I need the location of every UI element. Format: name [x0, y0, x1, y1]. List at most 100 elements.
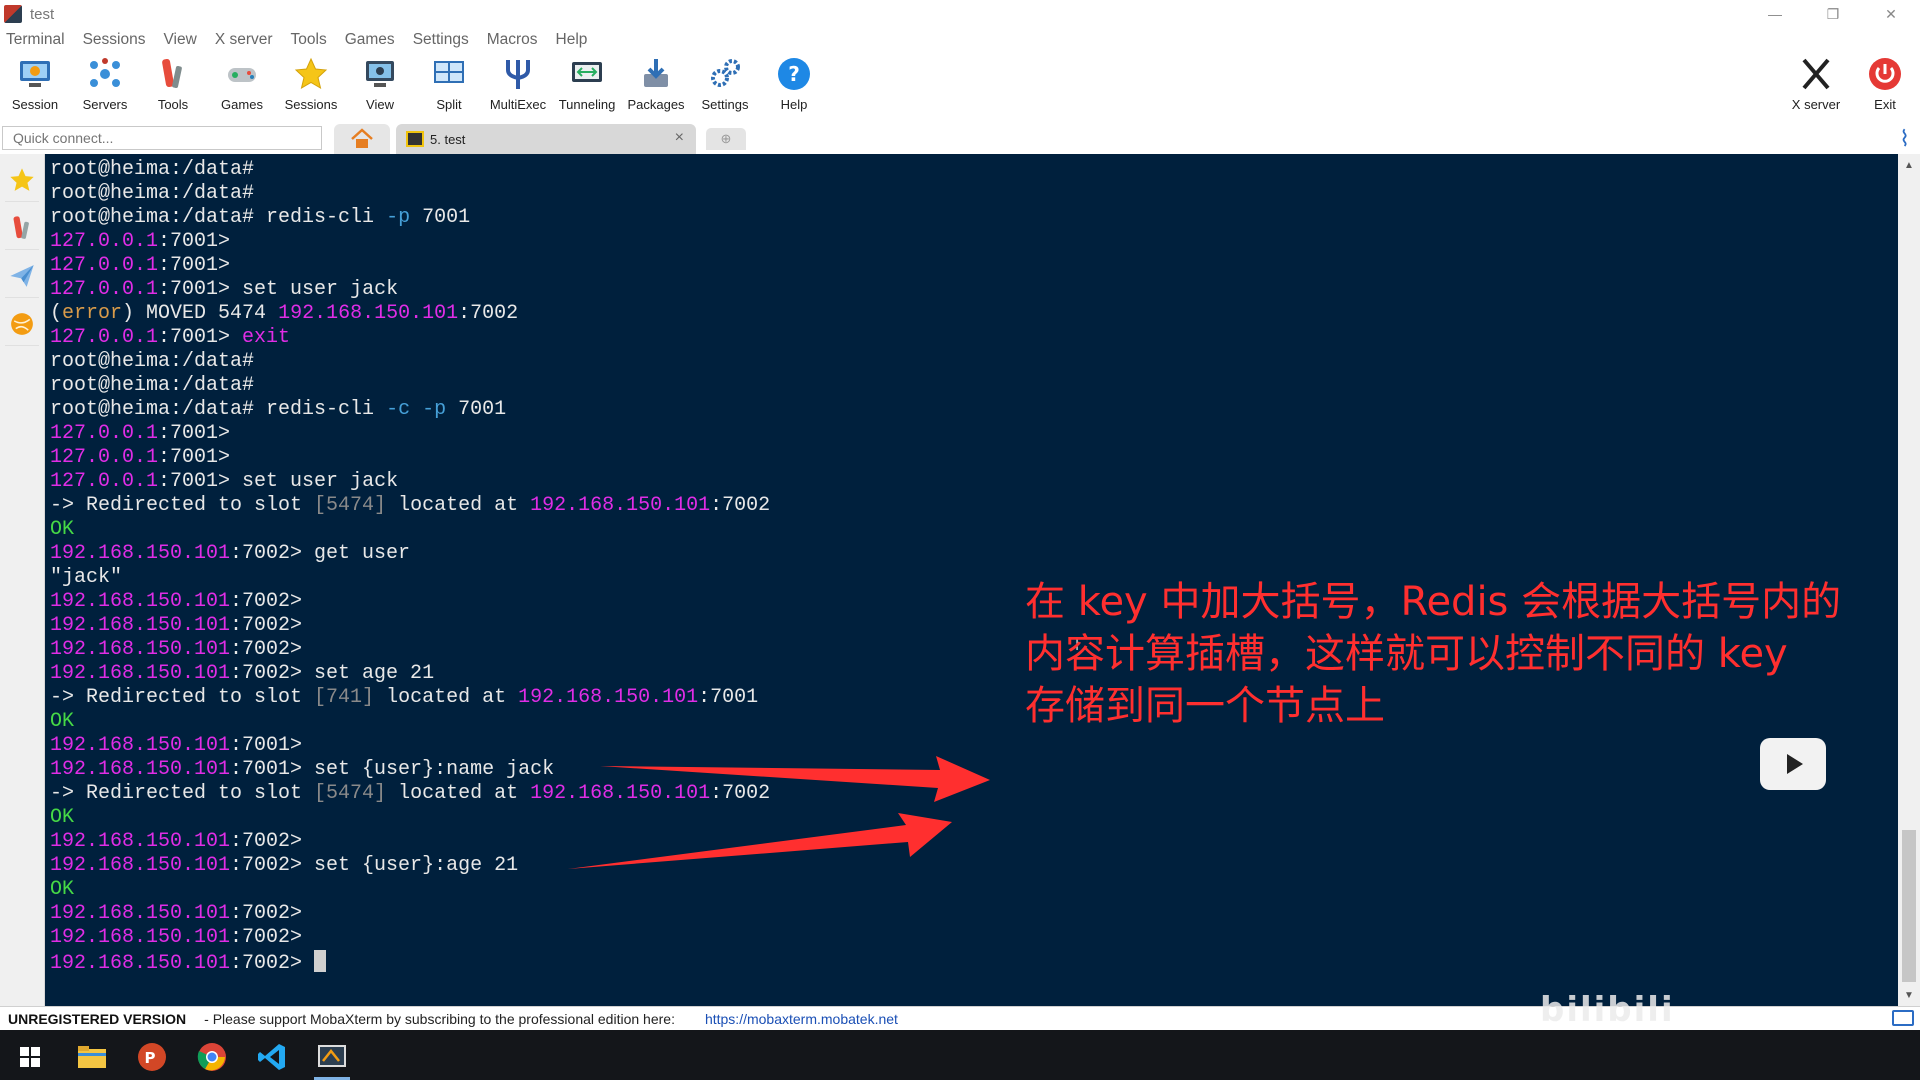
terminal-text-segment: :7001> set {user}:name jack — [230, 758, 555, 781]
sidebar-sessions-tab[interactable] — [5, 158, 39, 202]
taskbar-vscode[interactable] — [246, 1034, 298, 1080]
servers-button[interactable]: Servers — [71, 54, 139, 116]
star-icon — [10, 167, 34, 191]
terminal-text-segment: :7001 — [698, 686, 759, 709]
terminal-block-cursor — [314, 950, 327, 972]
split-icon — [429, 54, 469, 94]
toolbar: Session Servers Tools Games Sessions Vie… — [0, 52, 1920, 118]
session-tab-label: 5. test — [430, 131, 466, 147]
terminal-text-segment: 127.0.0.1 — [50, 230, 159, 253]
terminal-text-segment: -p — [386, 206, 411, 229]
menu-games[interactable]: Games — [345, 31, 395, 49]
paperclip-icon[interactable]: ⌇ — [1899, 126, 1910, 152]
taskbar-chrome[interactable] — [186, 1034, 238, 1080]
taskbar-file-explorer[interactable] — [66, 1034, 118, 1080]
mobatek-link[interactable]: https://mobaxterm.mobatek.net — [705, 1011, 898, 1027]
tools-icon — [13, 215, 29, 239]
terminal-line: 127.0.0.1:7001> set user jack — [50, 470, 770, 494]
vscode-icon — [258, 1044, 285, 1070]
menu-tools[interactable]: Tools — [291, 31, 327, 49]
menu-settings[interactable]: Settings — [413, 31, 469, 49]
taskbar-powerpoint[interactable]: P — [126, 1034, 178, 1080]
minimize-button[interactable]: — — [1746, 0, 1804, 28]
terminal-text-segment: :7002> set {user}:age 21 — [230, 854, 519, 877]
terminal-text-segment: 192.168.150.101 — [530, 782, 711, 805]
restore-button[interactable]: ❐ — [1804, 0, 1862, 28]
menu-help[interactable]: Help — [556, 31, 588, 49]
terminal-text-segment: :7002> get user — [230, 542, 411, 565]
terminal-text-segment: root@heima:/data# — [50, 158, 255, 181]
plus-icon: ⊕ — [720, 131, 732, 146]
annotation-line: 内容计算插槽，这样就可以控制不同的 key — [1025, 631, 1788, 677]
terminal-line: -> Redirected to slot [741] located at 1… — [50, 686, 770, 710]
terminal-text-segment: :7001> set user jack — [158, 470, 399, 493]
terminal-text-segment: :7002> — [230, 590, 303, 613]
scroll-down-arrow-icon[interactable]: ▼ — [1898, 984, 1920, 1006]
terminal-line: 192.168.150.101:7002> set {user}:age 21 — [50, 854, 770, 878]
terminal-text-segment: OK — [50, 878, 75, 901]
games-button[interactable]: Games — [208, 54, 276, 116]
tools-button[interactable]: Tools — [139, 54, 207, 116]
unregistered-label: UNREGISTERED VERSION — [8, 1010, 187, 1027]
window-title: test — [30, 5, 55, 23]
terminal-text-segment: -c -p — [386, 398, 447, 421]
menu-sessions[interactable]: Sessions — [83, 31, 146, 49]
menu-view[interactable]: View — [163, 31, 196, 49]
help-button[interactable]: ? Help — [760, 54, 828, 116]
quick-connect-input[interactable] — [2, 126, 322, 150]
terminal-text-segment: error — [62, 302, 123, 325]
windows-logo-icon — [20, 1047, 40, 1067]
windows-start-button[interactable] — [4, 1034, 56, 1080]
multiexec-button[interactable]: MultiExec — [484, 54, 552, 116]
terminal-text-segment: 192.168.150.101 — [50, 614, 231, 637]
settings-button[interactable]: Settings — [691, 54, 759, 116]
vertical-scrollbar[interactable]: ▲ ▼ — [1898, 154, 1920, 1006]
session-button[interactable]: Session — [1, 54, 69, 116]
games-icon — [222, 54, 262, 94]
xserver-button[interactable]: X server — [1782, 54, 1850, 116]
window-controls: — ❐ ✕ — [1746, 0, 1920, 28]
close-window-button[interactable]: ✕ — [1862, 0, 1920, 28]
terminal-text-segment: :7002> — [230, 902, 303, 925]
terminal-text-segment: [5474] — [314, 782, 387, 805]
terminal-line: 192.168.150.101:7002> — [50, 830, 770, 854]
view-button[interactable]: View — [346, 54, 414, 116]
taskbar-mobaxterm[interactable] — [306, 1034, 358, 1080]
menu-xserver[interactable]: X server — [215, 31, 273, 49]
terminal-line: (error) MOVED 5474 192.168.150.101:7002 — [50, 302, 770, 326]
sessions-button[interactable]: Sessions — [277, 54, 345, 116]
terminal-text-segment: :7001> — [158, 254, 231, 277]
title-bar: test — ❐ ✕ — [0, 0, 1920, 28]
sidebar-sftp-tab[interactable] — [5, 254, 39, 298]
tunneling-icon — [567, 54, 607, 94]
exit-button[interactable]: Exit — [1851, 54, 1919, 116]
new-tab-button[interactable]: ⊕ — [706, 128, 746, 150]
close-tab-icon[interactable]: × — [675, 129, 684, 147]
tunneling-button[interactable]: Tunneling — [553, 54, 621, 116]
terminal-text-segment: -> Redirected to slot — [50, 782, 315, 805]
terminal-text-segment: 192.168.150.101 — [530, 494, 711, 517]
sidebar-tools-tab[interactable] — [5, 206, 39, 250]
terminal-line: 127.0.0.1:7001> — [50, 254, 770, 278]
terminal-text-segment: root@heima:/data# redis-cli — [50, 398, 387, 421]
menu-bar: Terminal Sessions View X server Tools Ga… — [0, 28, 1920, 52]
terminal-line: 127.0.0.1:7001> — [50, 422, 770, 446]
terminal-text-segment: 192.168.150.101 — [50, 902, 231, 925]
session-tab[interactable]: 5. test × — [396, 124, 696, 154]
menu-terminal[interactable]: Terminal — [6, 31, 65, 49]
terminal-line: 127.0.0.1:7001> set user jack — [50, 278, 770, 302]
menu-macros[interactable]: Macros — [487, 31, 538, 49]
scroll-up-arrow-icon[interactable]: ▲ — [1898, 154, 1920, 176]
monitor-icon[interactable] — [1892, 1010, 1914, 1026]
terminal-text-segment: 127.0.0.1 — [50, 446, 159, 469]
view-icon — [360, 54, 400, 94]
terminal-output: root@heima:/data# root@heima:/data# root@h… — [50, 158, 770, 975]
sidebar-macros-tab[interactable] — [5, 302, 39, 346]
packages-button[interactable]: Packages — [622, 54, 690, 116]
split-button[interactable]: Split — [415, 54, 483, 116]
scrollbar-thumb[interactable] — [1902, 830, 1916, 982]
tab-row: 5. test × ⊕ ⌇ — [0, 124, 1920, 154]
tools-icon — [153, 54, 193, 94]
terminal-line: 127.0.0.1:7001> exit — [50, 326, 770, 350]
home-tab[interactable] — [334, 124, 390, 154]
